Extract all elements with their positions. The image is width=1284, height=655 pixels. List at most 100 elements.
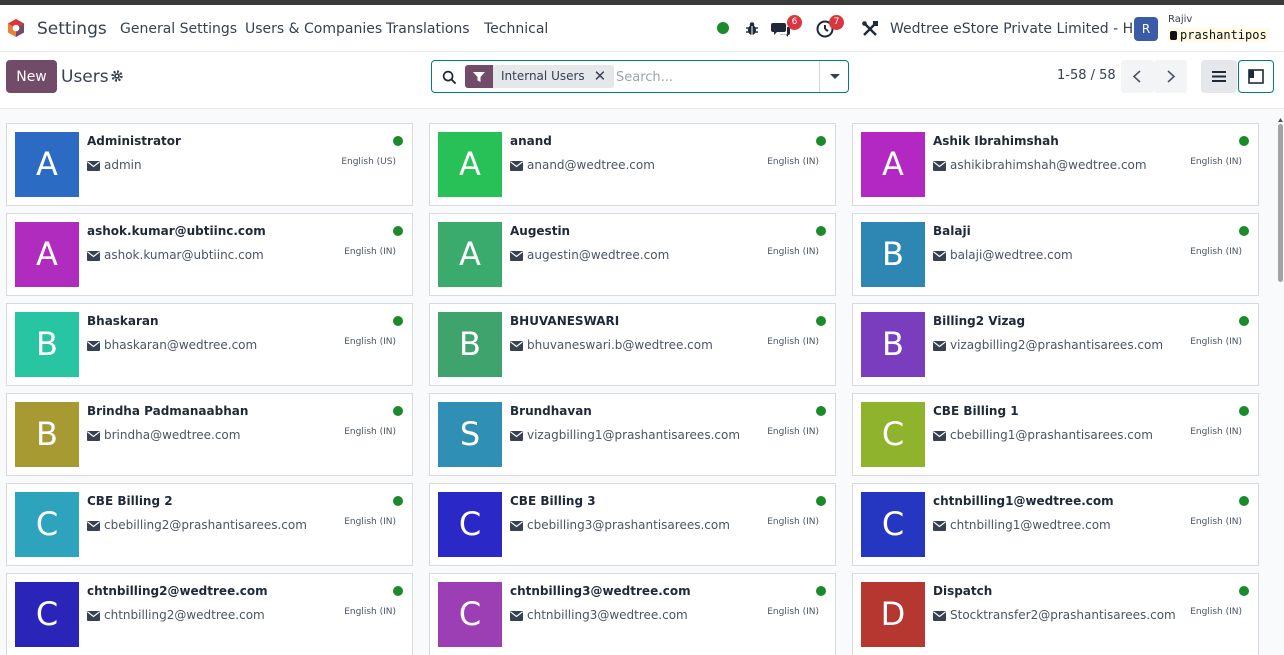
user-card-email-text: chtnbilling3@wedtree.com xyxy=(527,608,688,622)
user-card-email: cbebilling1@prashantisarees.com xyxy=(933,428,1153,442)
app-name[interactable]: Settings xyxy=(37,19,107,39)
user-card-language: English (IN) xyxy=(1190,247,1242,257)
control-panel: New Users Internal Users ✕ 1-58 / 58 xyxy=(0,52,1284,109)
envelope-icon xyxy=(510,160,523,171)
envelope-icon xyxy=(933,160,946,171)
user-avatar-image: C xyxy=(861,402,925,467)
user-online-status-dot xyxy=(816,406,826,416)
user-card-email: chtnbilling2@wedtree.com xyxy=(87,608,265,622)
app-logo-icon[interactable] xyxy=(6,18,26,38)
database-label: prashantipos xyxy=(1180,28,1267,42)
envelope-icon xyxy=(510,520,523,531)
user-card-email-text: cbebilling2@prashantisarees.com xyxy=(104,518,307,532)
envelope-icon xyxy=(510,250,523,261)
presence-status-dot[interactable] xyxy=(717,22,729,34)
user-name[interactable]: Rajiv xyxy=(1168,14,1192,25)
user-avatar-image: S xyxy=(438,402,502,467)
user-avatar-image: A xyxy=(861,132,925,197)
user-card[interactable]: B Billing2 Vizag vizagbilling2@prashantisa… xyxy=(852,303,1259,386)
menu-general-settings[interactable]: General Settings xyxy=(120,21,237,37)
user-card[interactable]: Cchtnbilling1@wedtree.com chtnbilling1@we… xyxy=(852,483,1259,566)
user-card-email: vizagbilling1@prashantisarees.com xyxy=(510,428,740,442)
user-avatar-image: C xyxy=(438,492,502,557)
user-online-status-dot xyxy=(393,586,403,596)
gear-icon[interactable] xyxy=(110,69,124,83)
user-avatar[interactable]: R xyxy=(1134,17,1158,41)
search-input[interactable] xyxy=(616,66,816,88)
user-card-name: Dispatch xyxy=(933,584,993,598)
list-view-button[interactable] xyxy=(1201,60,1237,93)
user-card-name: Balaji xyxy=(933,224,971,238)
search-bar[interactable]: Internal Users ✕ xyxy=(431,60,849,93)
user-card-language: English (IN) xyxy=(344,427,396,437)
user-card[interactable]: B Bhaskaran bhaskaran@wedtree.com English (… xyxy=(6,303,413,386)
user-card-email-text: Stocktransfer2@prashantisarees.com xyxy=(950,608,1176,622)
menu-users-companies[interactable]: Users & Companies xyxy=(245,21,382,37)
pager-previous-button[interactable] xyxy=(1121,60,1154,93)
user-card[interactable]: Aashok.kumar@ubtiinc.com ashok.kumar@ubti… xyxy=(6,213,413,296)
user-card[interactable]: B Balaji balaji@wedtree.com English (IN) xyxy=(852,213,1259,296)
user-card[interactable]: D Dispatch Stocktransfer2@prashantisarees.… xyxy=(852,573,1259,655)
user-card[interactable]: A Administrator admin English (US) xyxy=(6,123,413,206)
user-card[interactable]: Cchtnbilling2@wedtree.com chtnbilling2@we… xyxy=(6,573,413,655)
user-card[interactable]: Cchtnbilling3@wedtree.com chtnbilling3@we… xyxy=(429,573,836,655)
user-card[interactable]: A Augestin augestin@wedtree.com English (IN… xyxy=(429,213,836,296)
user-card[interactable]: B Brindha Padmanaabhan brindha@wedtree.com… xyxy=(6,393,413,476)
user-card-name: chtnbilling1@wedtree.com xyxy=(933,494,1114,508)
user-card-email: anand@wedtree.com xyxy=(510,158,655,172)
pager-value[interactable]: 1-58 / 58 xyxy=(1057,68,1116,83)
user-card-email-text: cbebilling3@prashantisarees.com xyxy=(527,518,730,532)
user-online-status-dot xyxy=(1239,226,1249,236)
user-card-language: English (IN) xyxy=(1190,517,1242,527)
user-card-language: English (US) xyxy=(341,157,396,167)
envelope-icon xyxy=(87,610,100,621)
user-online-status-dot xyxy=(393,406,403,416)
user-card[interactable]: C CBE Billing 1 cbebilling1@prashantisaree… xyxy=(852,393,1259,476)
user-card-name: ashok.kumar@ubtiinc.com xyxy=(87,224,266,238)
user-avatar-image: A xyxy=(15,222,79,287)
menu-translations[interactable]: Translations xyxy=(386,21,470,37)
chevron-right-icon xyxy=(1167,70,1176,83)
list-view-icon xyxy=(1212,71,1226,82)
user-card-language: English (IN) xyxy=(344,247,396,257)
envelope-icon xyxy=(510,340,523,351)
remove-facet-icon[interactable]: ✕ xyxy=(594,65,607,88)
new-button[interactable]: New xyxy=(6,60,57,93)
kanban-view-button[interactable] xyxy=(1238,60,1274,93)
user-card-name: Administrator xyxy=(87,134,181,148)
user-avatar-image: C xyxy=(15,492,79,557)
search-divider xyxy=(819,61,820,92)
filter-icon xyxy=(465,65,493,88)
user-card[interactable]: Aanand anand@wedtree.com English (IN) xyxy=(429,123,836,206)
user-card-email: admin xyxy=(87,158,142,172)
user-card-language: English (IN) xyxy=(767,427,819,437)
envelope-icon xyxy=(933,250,946,261)
user-card[interactable]: S Brundhavan vizagbilling1@prashantisarees… xyxy=(429,393,836,476)
user-card-name: CBE Billing 2 xyxy=(87,494,173,508)
menu-technical[interactable]: Technical xyxy=(484,21,548,37)
search-toggle-caret-icon[interactable] xyxy=(830,74,840,79)
user-card[interactable]: C CBE Billing 2 cbebilling2@prashantisaree… xyxy=(6,483,413,566)
user-card-email: cbebilling2@prashantisarees.com xyxy=(87,518,307,532)
user-card-email-text: anand@wedtree.com xyxy=(527,158,655,172)
scrollbar-thumb[interactable] xyxy=(1278,124,1283,282)
company-switcher[interactable]: Wedtree eStore Private Limited - HO xyxy=(890,21,1144,37)
user-card[interactable]: C CBE Billing 3 cbebilling3@prashantisaree… xyxy=(429,483,836,566)
user-card-name: Brindha Padmanaabhan xyxy=(87,404,249,418)
user-card-email: vizagbilling2@prashantisarees.com xyxy=(933,338,1163,352)
user-card-email: brindha@wedtree.com xyxy=(87,428,240,442)
user-card[interactable]: A Ashik Ibrahimshah ashikibrahimshah@wedtr… xyxy=(852,123,1259,206)
tools-icon[interactable] xyxy=(860,19,880,39)
search-facet[interactable]: Internal Users ✕ xyxy=(465,65,615,88)
envelope-icon xyxy=(933,610,946,621)
user-card-name: BHUVANESWARI xyxy=(510,314,620,328)
user-card-email: balaji@wedtree.com xyxy=(933,248,1073,262)
envelope-icon xyxy=(933,520,946,531)
pager-next-button[interactable] xyxy=(1154,60,1187,93)
user-card-name: chtnbilling2@wedtree.com xyxy=(87,584,268,598)
user-online-status-dot xyxy=(1239,586,1249,596)
bug-icon[interactable] xyxy=(742,19,762,39)
user-card-language: English (IN) xyxy=(767,607,819,617)
user-online-status-dot xyxy=(1239,406,1249,416)
user-card[interactable]: B BHUVANESWARI bhuvaneswari.b@wedtree.com E… xyxy=(429,303,836,386)
